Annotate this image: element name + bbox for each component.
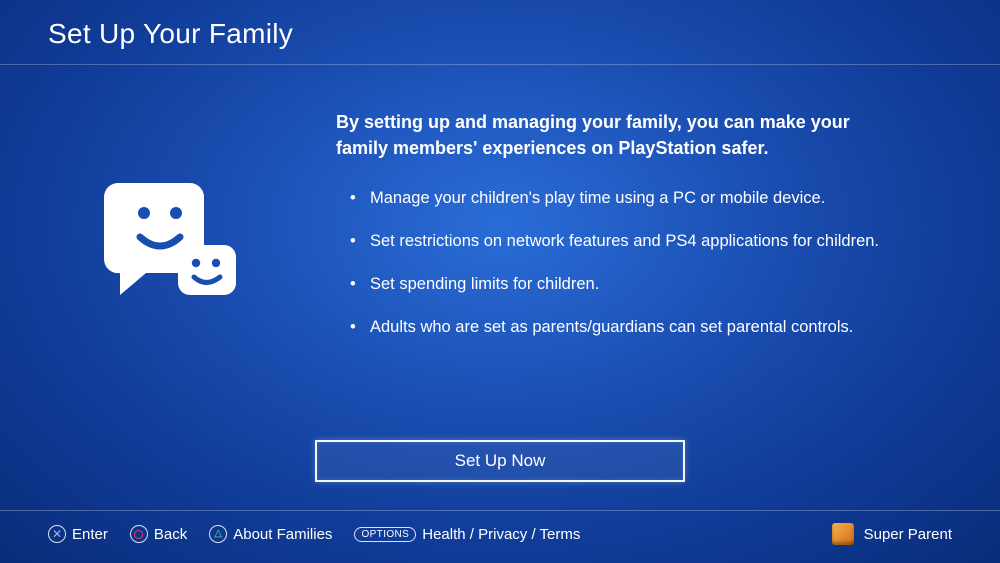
hint-legal-label: Health / Privacy / Terms xyxy=(422,526,580,543)
cta-row: Set Up Now xyxy=(0,440,1000,510)
header: Set Up Your Family xyxy=(0,0,1000,65)
hint-options-legal[interactable]: OPTIONS Health / Privacy / Terms xyxy=(354,526,580,543)
circle-button-icon xyxy=(130,525,148,543)
footer-right: Super Parent xyxy=(832,523,952,545)
feature-item: Set restrictions on network features and… xyxy=(350,230,910,253)
feature-item: Set spending limits for children. xyxy=(350,273,910,296)
feature-item: Adults who are set as parents/guardians … xyxy=(350,316,910,339)
cta-label: Set Up Now xyxy=(455,451,546,471)
hint-back-label: Back xyxy=(154,526,187,543)
set-up-now-button[interactable]: Set Up Now xyxy=(315,440,685,482)
feature-item: Manage your children's play time using a… xyxy=(350,187,910,210)
family-icon xyxy=(88,159,248,324)
footer-left: ✕ Enter Back △ About Families OPTIONS He… xyxy=(48,525,832,543)
icon-column xyxy=(48,109,288,440)
hint-about-families[interactable]: △ About Families xyxy=(209,525,332,543)
footer: ✕ Enter Back △ About Families OPTIONS He… xyxy=(0,510,1000,563)
intro-text: By setting up and managing your family, … xyxy=(336,109,896,161)
options-button-icon: OPTIONS xyxy=(354,527,416,542)
hint-about-label: About Families xyxy=(233,526,332,543)
page-title: Set Up Your Family xyxy=(48,18,952,50)
avatar xyxy=(832,523,854,545)
user-label: Super Parent xyxy=(864,526,952,543)
feature-list: Manage your children's play time using a… xyxy=(336,187,922,339)
cross-button-icon: ✕ xyxy=(48,525,66,543)
hint-enter[interactable]: ✕ Enter xyxy=(48,525,108,543)
content-area: By setting up and managing your family, … xyxy=(0,65,1000,440)
hint-enter-label: Enter xyxy=(72,526,108,543)
triangle-button-icon: △ xyxy=(209,525,227,543)
hint-back[interactable]: Back xyxy=(130,525,187,543)
text-column: By setting up and managing your family, … xyxy=(336,109,952,440)
